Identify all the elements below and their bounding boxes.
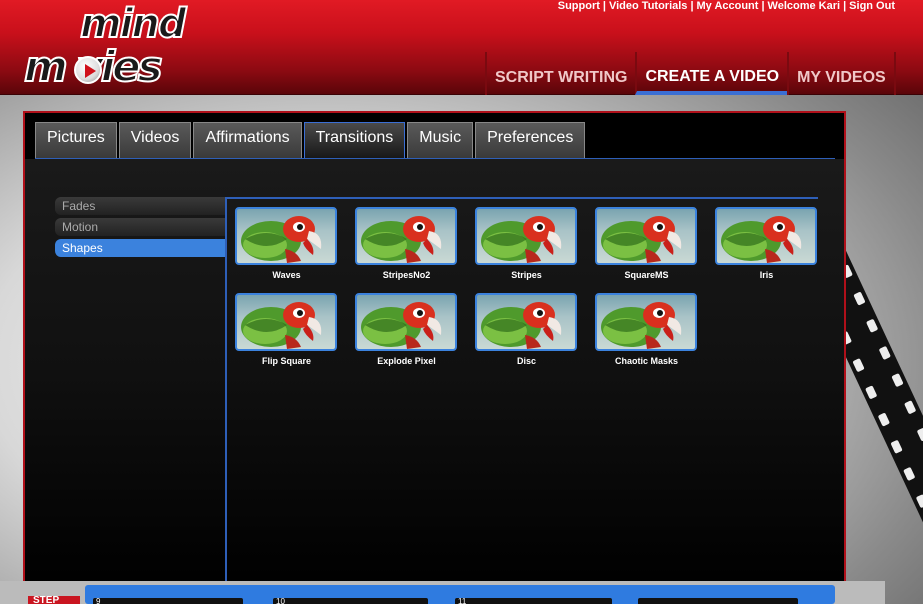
transition-thumbnail[interactable] bbox=[475, 293, 577, 351]
transition-thumbnail[interactable] bbox=[475, 207, 577, 265]
transition-thumbnail[interactable] bbox=[355, 293, 457, 351]
transition-thumbnail[interactable] bbox=[595, 207, 697, 265]
tab-music[interactable]: Music bbox=[407, 122, 474, 158]
category-shapes[interactable]: Shapes bbox=[55, 239, 225, 257]
play-icon bbox=[74, 56, 102, 84]
transition-item[interactable]: StripesNo2 bbox=[355, 207, 458, 285]
editor-panel: Pictures Videos Affirmations Transitions… bbox=[23, 111, 846, 591]
transition-name: Stripes bbox=[511, 270, 542, 280]
nav-script-writing[interactable]: SCRIPT WRITING bbox=[485, 52, 635, 95]
transition-categories: Fades Motion Shapes bbox=[55, 197, 225, 260]
video-tutorials-link[interactable]: Video Tutorials bbox=[609, 0, 687, 12]
film-reel-decoration bbox=[843, 200, 923, 600]
tab-preferences[interactable]: Preferences bbox=[475, 122, 586, 158]
sign-out-link[interactable]: Sign Out bbox=[849, 0, 895, 12]
logo-word-mind: mind bbox=[79, 1, 187, 47]
transition-thumbnail[interactable] bbox=[235, 207, 337, 265]
nav-my-videos[interactable]: MY VIDEOS bbox=[787, 52, 896, 95]
transition-name: Disc bbox=[516, 356, 536, 366]
welcome-user: Welcome Kari bbox=[767, 0, 841, 12]
transition-item[interactable]: Chaotic Masks bbox=[595, 293, 698, 371]
transition-name: Waves bbox=[272, 270, 301, 280]
tab-affirmations[interactable]: Affirmations bbox=[193, 122, 302, 158]
storyboard-slot[interactable]: 10 bbox=[273, 598, 428, 604]
transition-name: Flip Square bbox=[261, 356, 311, 366]
nav-create-a-video[interactable]: CREATE A VIDEO bbox=[635, 52, 788, 95]
step-label: STEP bbox=[28, 596, 80, 604]
storyboard-slot[interactable]: 9 bbox=[93, 598, 243, 604]
transition-thumbnail[interactable] bbox=[355, 207, 457, 265]
transition-item[interactable]: Flip Square bbox=[235, 293, 338, 371]
header: mind m vies Support | Video Tutorials | My A… bbox=[0, 0, 923, 95]
category-motion[interactable]: Motion bbox=[55, 218, 225, 236]
storyboard-slot[interactable] bbox=[638, 598, 798, 604]
transition-item[interactable]: Waves bbox=[235, 207, 338, 285]
transition-thumbnail[interactable] bbox=[715, 207, 817, 265]
tab-pictures[interactable]: Pictures bbox=[35, 122, 117, 158]
transition-thumbnail[interactable] bbox=[595, 293, 697, 351]
top-links: Support | Video Tutorials | My Account | Welco… bbox=[557, 0, 895, 12]
tab-videos[interactable]: Videos bbox=[118, 122, 192, 158]
transition-name: Explode Pixel bbox=[377, 356, 436, 366]
transition-name: StripesNo2 bbox=[382, 270, 431, 280]
transition-item[interactable]: SquareMS bbox=[595, 207, 698, 285]
editor-tabs: Pictures Videos Affirmations Transitions… bbox=[35, 122, 587, 160]
transition-item[interactable]: Stripes bbox=[475, 207, 578, 285]
transition-thumbnail[interactable] bbox=[235, 293, 337, 351]
transition-item[interactable]: Iris bbox=[715, 207, 818, 285]
support-link[interactable]: Support bbox=[558, 0, 600, 12]
transition-name: Iris bbox=[759, 270, 774, 280]
category-fades[interactable]: Fades bbox=[55, 197, 225, 215]
tab-transitions[interactable]: Transitions bbox=[303, 122, 406, 160]
transition-name: Chaotic Masks bbox=[614, 356, 679, 366]
transition-item[interactable]: Explode Pixel bbox=[355, 293, 458, 371]
storyboard-strip: 9 10 11 bbox=[85, 585, 835, 604]
my-account-link[interactable]: My Account bbox=[697, 0, 759, 12]
transition-name: SquareMS bbox=[624, 270, 669, 280]
transition-item[interactable]: Disc bbox=[475, 293, 578, 371]
transition-grid-area: Waves StripesNo2 Stripes SquareMS Iris F… bbox=[225, 197, 818, 583]
main-nav: SCRIPT WRITING CREATE A VIDEO MY VIDEOS bbox=[485, 52, 896, 95]
storyboard-slot[interactable]: 11 bbox=[455, 598, 612, 604]
mind-movies-logo[interactable]: mind m vies bbox=[23, 1, 190, 90]
transitions-content: Fades Motion Shapes Waves StripesNo2 Str… bbox=[25, 159, 844, 589]
transition-grid: Waves StripesNo2 Stripes SquareMS Iris F… bbox=[235, 207, 818, 371]
